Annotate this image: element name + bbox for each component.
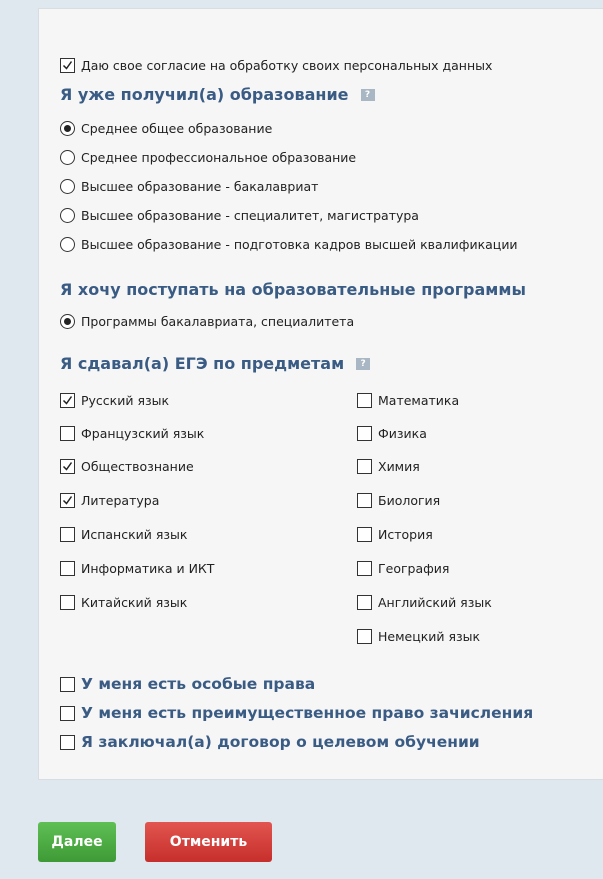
exam-subject[interactable]: Математика — [357, 393, 459, 408]
checkmark-icon — [62, 462, 73, 471]
exam-subject[interactable]: Французский язык — [60, 426, 204, 441]
exam-subject-label: Математика — [378, 393, 460, 408]
exam-subject-label: Английский язык — [378, 595, 492, 610]
exam-subject[interactable]: Физика — [357, 426, 427, 441]
exam-subject[interactable]: История — [357, 527, 433, 542]
exam-checkbox[interactable] — [357, 426, 372, 441]
exam-checkbox[interactable] — [357, 561, 372, 576]
cancel-button[interactable]: Отменить — [145, 822, 272, 862]
exam-subject[interactable]: Информатика и ИКТ — [60, 561, 214, 576]
exam-subject-label: Обществознание — [81, 459, 194, 474]
exam-subject-label: Китайский язык — [81, 595, 188, 610]
education-option[interactable]: Среднее общее образование — [60, 121, 272, 136]
education-radio[interactable] — [60, 208, 75, 223]
exam-checkbox[interactable] — [60, 426, 75, 441]
special-rights-checkbox[interactable] — [60, 676, 75, 692]
checkmark-icon — [62, 396, 73, 405]
exam-subject[interactable]: Химия — [357, 459, 420, 474]
education-option-label: Среднее общее образование — [81, 121, 273, 136]
exam-checkbox[interactable] — [357, 629, 372, 644]
checkmark-icon — [62, 61, 73, 70]
consent-label: Даю свое согласие на обработку своих пер… — [81, 58, 493, 73]
program-option[interactable]: Программы бакалавриата, специалитета — [60, 314, 354, 329]
exam-subject[interactable]: Немецкий язык — [357, 629, 480, 644]
priority-right-row[interactable]: У меня есть преимущественное право зачис… — [60, 704, 533, 722]
exam-checkbox[interactable] — [60, 493, 75, 508]
exam-checkbox[interactable] — [60, 393, 75, 408]
program-option-label: Программы бакалавриата, специалитета — [81, 314, 355, 329]
exam-subject[interactable]: Испанский язык — [60, 527, 187, 542]
education-heading-text: Я уже получил(а) образование — [60, 85, 349, 104]
exam-checkbox[interactable] — [60, 527, 75, 542]
priority-right-label: У меня есть преимущественное право зачис… — [81, 704, 534, 722]
exam-checkbox[interactable] — [60, 595, 75, 610]
education-option-label: Высшее образование - бакалавриат — [81, 179, 319, 194]
exam-checkbox[interactable] — [357, 393, 372, 408]
education-heading: Я уже получил(а) образование ? — [60, 85, 375, 104]
exam-subject-label: Биология — [378, 493, 441, 508]
exam-checkbox[interactable] — [60, 459, 75, 474]
exam-checkbox[interactable] — [357, 527, 372, 542]
education-radio[interactable] — [60, 179, 75, 194]
consent-row[interactable]: Даю свое согласие на обработку своих пер… — [60, 58, 492, 73]
special-rights-label: У меня есть особые права — [81, 675, 316, 693]
exam-subject[interactable]: Обществознание — [60, 459, 194, 474]
exam-subject-label: История — [378, 527, 433, 542]
exam-subject-label: География — [378, 561, 450, 576]
exams-heading: Я сдавал(а) ЕГЭ по предметам ? — [60, 354, 371, 373]
exam-subject[interactable]: Биология — [357, 493, 440, 508]
exam-subject-label: Физика — [378, 426, 427, 441]
program-radio[interactable] — [60, 314, 75, 329]
exam-subject[interactable]: Русский язык — [60, 393, 169, 408]
exam-subject-label: Русский язык — [81, 393, 170, 408]
programs-heading-text: Я хочу поступать на образовательные прог… — [60, 280, 526, 299]
exam-subject[interactable]: Китайский язык — [60, 595, 187, 610]
education-option[interactable]: Высшее образование - специалитет, магист… — [60, 208, 419, 223]
education-option[interactable]: Высшее образование - бакалавриат — [60, 179, 318, 194]
education-option-label: Среднее профессиональное образование — [81, 150, 357, 165]
target-training-checkbox[interactable] — [60, 734, 75, 750]
education-radio[interactable] — [60, 121, 75, 136]
exam-checkbox[interactable] — [60, 561, 75, 576]
help-icon[interactable]: ? — [360, 88, 375, 101]
education-option[interactable]: Среднее профессиональное образование — [60, 150, 356, 165]
exam-subject-label: Литература — [81, 493, 160, 508]
exams-heading-text: Я сдавал(а) ЕГЭ по предметам — [60, 354, 345, 373]
exam-subject-label: Информатика и ИКТ — [81, 561, 215, 576]
exam-subject-label: Химия — [378, 459, 420, 474]
exam-subject-label: Немецкий язык — [378, 629, 481, 644]
exam-checkbox[interactable] — [357, 493, 372, 508]
education-radio[interactable] — [60, 150, 75, 165]
checkmark-icon — [62, 496, 73, 505]
education-radio[interactable] — [60, 237, 75, 252]
exam-subject[interactable]: География — [357, 561, 449, 576]
target-training-label: Я заключал(а) договор о целевом обучении — [81, 733, 480, 751]
special-rights-row[interactable]: У меня есть особые права — [60, 675, 315, 693]
education-option-label: Высшее образование - специалитет, магист… — [81, 208, 419, 223]
education-option-label: Высшее образование - подготовка кадров в… — [81, 237, 518, 252]
next-button[interactable]: Далее — [38, 822, 116, 862]
education-option[interactable]: Высшее образование - подготовка кадров в… — [60, 237, 518, 252]
exam-subject-label: Французский язык — [81, 426, 205, 441]
exam-checkbox[interactable] — [357, 595, 372, 610]
target-training-row[interactable]: Я заключал(а) договор о целевом обучении — [60, 733, 480, 751]
exam-subject[interactable]: Английский язык — [357, 595, 492, 610]
exam-subject[interactable]: Литература — [60, 493, 159, 508]
programs-heading: Я хочу поступать на образовательные прог… — [60, 280, 526, 299]
priority-right-checkbox[interactable] — [60, 705, 75, 721]
exam-subject-label: Испанский язык — [81, 527, 188, 542]
help-icon[interactable]: ? — [356, 357, 371, 370]
consent-checkbox[interactable] — [60, 58, 75, 73]
exam-checkbox[interactable] — [357, 459, 372, 474]
